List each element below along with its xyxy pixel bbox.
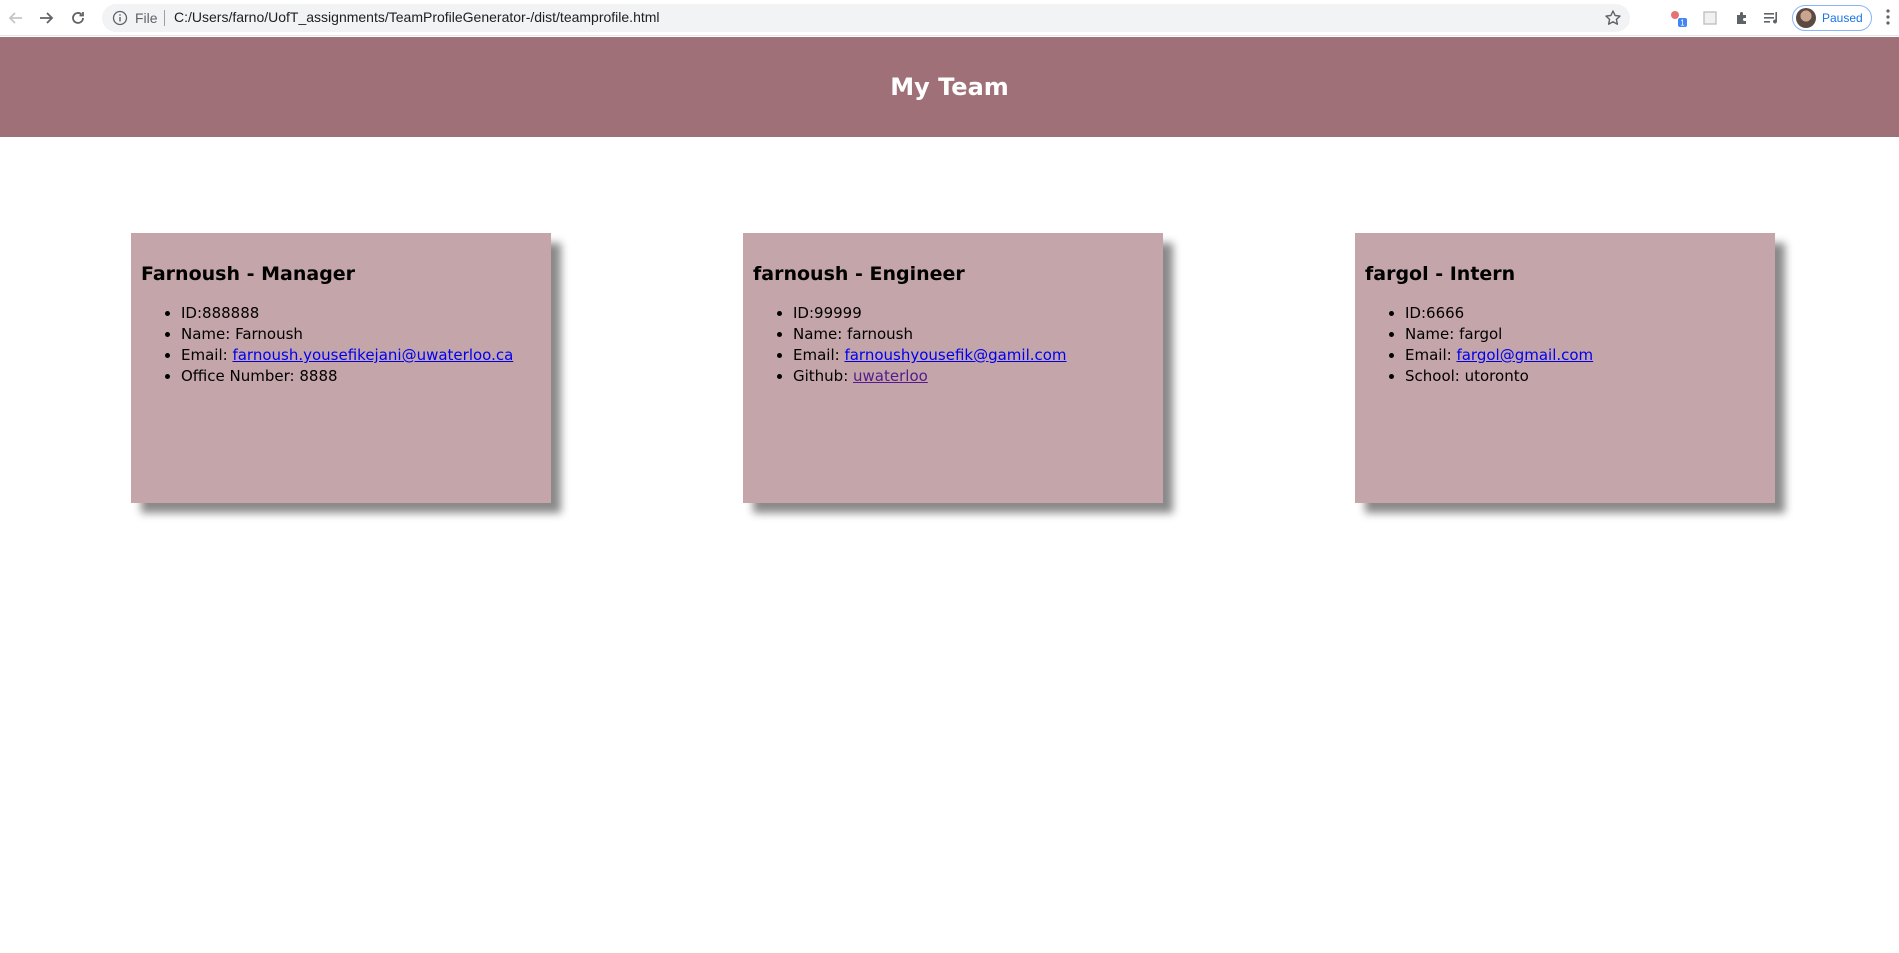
email-link[interactable]: farnoushyousefik@gamil.com (844, 346, 1066, 364)
employee-id: ID:6666 (1405, 303, 1765, 324)
employee-id: ID:99999 (793, 303, 1153, 324)
extension-icon[interactable]: 1 (1668, 8, 1688, 28)
employee-name: Name: farnoush (793, 324, 1153, 345)
email-link[interactable]: fargol@gmail.com (1456, 346, 1593, 364)
browser-toolbar: File C:/Users/farno/UofT_assignments/Tea… (0, 0, 1899, 36)
avatar (1796, 8, 1816, 28)
team-card-engineer: farnoush - Engineer ID:99999 Name: farno… (743, 233, 1163, 503)
bookmark-star-icon[interactable] (1604, 9, 1622, 31)
card-heading: farnoush - Engineer (753, 263, 965, 285)
extension-square-icon[interactable] (1700, 8, 1720, 28)
github-item: Github: uwaterloo (793, 366, 1153, 387)
card-heading: Farnoush - Manager (141, 263, 356, 285)
profile-button[interactable]: Paused (1792, 5, 1872, 31)
school-item: School: utoronto (1405, 366, 1765, 387)
arrow-left-icon (8, 12, 22, 24)
puzzle-extensions-icon[interactable] (1732, 8, 1752, 28)
office-number: Office Number: 8888 (181, 366, 541, 387)
media-queue-icon[interactable] (1762, 8, 1782, 28)
reload-icon (72, 12, 84, 24)
email-link[interactable]: farnoush.yousefikejani@uwaterloo.ca (232, 346, 513, 364)
back-button[interactable] (4, 6, 28, 30)
github-label: Github: (793, 367, 854, 385)
employee-name: Name: Farnoush (181, 324, 541, 345)
employee-name: Name: fargol (1405, 324, 1765, 345)
employee-id: ID:888888 (181, 303, 541, 324)
page-title: My Team (890, 73, 1009, 101)
card-details-list: ID:99999 Name: farnoush Email: farnoushy… (753, 303, 1153, 387)
page-header: My Team (0, 37, 1899, 137)
arrow-right-icon (40, 12, 54, 24)
employee-email-item: Email: farnoushyousefik@gamil.com (793, 345, 1153, 366)
address-bar[interactable]: File C:/Users/farno/UofT_assignments/Tea… (102, 4, 1630, 32)
email-label: Email: (793, 346, 845, 364)
profile-status: Paused (1822, 11, 1863, 25)
card-details-list: ID:888888 Name: Farnoush Email: farnoush… (141, 303, 541, 387)
scheme-label: File (135, 10, 158, 26)
employee-email-item: Email: farnoush.yousefikejani@uwaterloo.… (181, 345, 541, 366)
employee-email-item: Email: fargol@gmail.com (1405, 345, 1765, 366)
reload-button[interactable] (66, 6, 90, 30)
more-menu-icon[interactable] (1884, 8, 1892, 30)
email-label: Email: (181, 346, 233, 364)
forward-button[interactable] (34, 6, 58, 30)
extension-badge: 1 (1680, 19, 1685, 28)
card-heading: fargol - Intern (1365, 263, 1516, 285)
github-link[interactable]: uwaterloo (853, 367, 928, 385)
address-divider (164, 10, 165, 26)
team-card-manager: Farnoush - Manager ID:888888 Name: Farno… (131, 233, 551, 503)
email-label: Email: (1405, 346, 1457, 364)
team-card-intern: fargol - Intern ID:6666 Name: fargol Ema… (1355, 233, 1775, 503)
url-text[interactable]: C:/Users/farno/UofT_assignments/TeamProf… (174, 9, 660, 25)
info-icon[interactable] (112, 10, 128, 30)
card-details-list: ID:6666 Name: fargol Email: fargol@gmail… (1365, 303, 1765, 387)
